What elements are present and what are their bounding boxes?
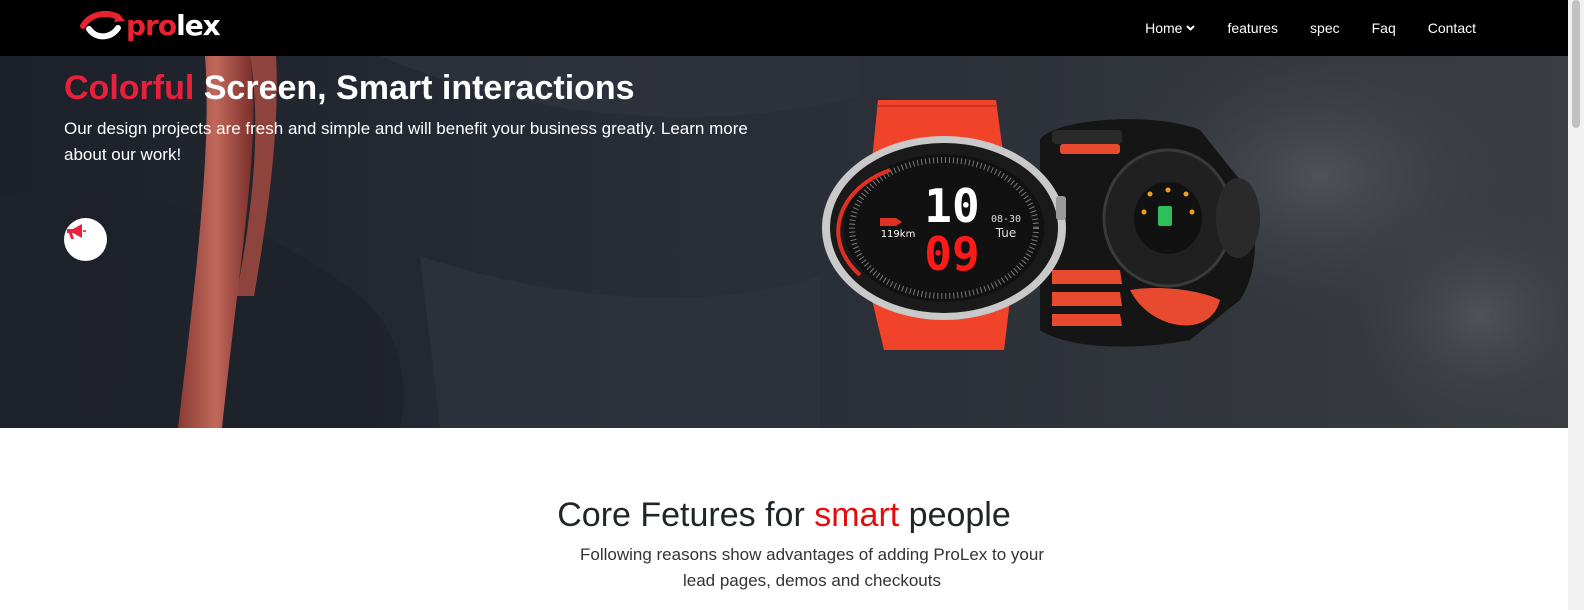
nav-home-label: Home: [1145, 20, 1183, 36]
hero-title: Colorful Screen, Smart interactions: [64, 68, 635, 108]
features-title-accent: smart: [814, 496, 900, 534]
nav-contact[interactable]: Contact: [1428, 20, 1476, 36]
hero-title-rest: Screen, Smart interactions: [194, 69, 635, 107]
hero-section: Colorful Screen, Smart interactions Our …: [0, 56, 1568, 428]
nav-home[interactable]: Home: [1145, 20, 1196, 36]
scrollbar-thumb[interactable]: [1572, 0, 1580, 128]
smartwatch-image: 10 09 119km 08-30 Tue: [822, 100, 1260, 350]
nav-features[interactable]: features: [1227, 20, 1278, 36]
features-title-after: people: [899, 496, 1011, 534]
features-section: Core Fetures for smart people Following …: [0, 428, 1568, 610]
megaphone-icon: [67, 224, 86, 239]
watch-hour: 10: [924, 179, 979, 233]
hero-title-accent: Colorful: [64, 69, 195, 107]
page-scrollbar[interactable]: [1568, 0, 1584, 610]
nav-spec[interactable]: spec: [1310, 20, 1340, 36]
nav-faq[interactable]: Faq: [1372, 20, 1396, 36]
features-title: Core Fetures for smart people: [0, 494, 1568, 536]
watch-minute: 09: [924, 227, 979, 281]
watch-date: 08-30: [991, 214, 1021, 225]
features-title-before: Core Fetures for: [557, 496, 815, 534]
brand-logo[interactable]: prolex: [80, 6, 221, 46]
chevron-down-icon: [1186, 25, 1196, 31]
features-subtitle: Following reasons show advantages of add…: [579, 545, 1044, 590]
watch-distance: 119km: [881, 229, 916, 240]
top-navbar: prolex Home features spec Faq Contact: [0, 0, 1568, 56]
rear-watch-graphic: [1040, 119, 1260, 347]
brand-name: prolex: [126, 9, 221, 42]
main-nav: Home features spec Faq Contact: [1113, 0, 1476, 56]
hero-subtitle: Our design projects are fresh and simple…: [64, 119, 748, 164]
logo-eye-icon: [80, 11, 125, 40]
watch-day: Tue: [995, 226, 1017, 240]
hero-background-image: [0, 56, 1568, 428]
promo-button[interactable]: [64, 218, 107, 261]
